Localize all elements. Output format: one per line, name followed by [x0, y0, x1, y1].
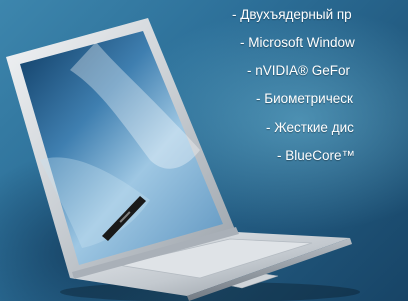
feature-item-hdd: - Жесткие дис: [266, 120, 354, 135]
feature-list: - Двухъядерный пр - Microsoft Window - n…: [0, 0, 408, 301]
promo-banner: - Двухъядерный пр - Microsoft Window - n…: [0, 0, 408, 301]
feature-item-windows: - Microsoft Window: [240, 35, 355, 50]
feature-item-nvidia: - nVIDIA® GeFor: [247, 63, 350, 78]
feature-item-dual-core: - Двухъядерный пр: [232, 7, 352, 22]
feature-item-biometric: - Биометрическ: [256, 91, 353, 106]
feature-item-bluecore: - BlueCore™: [277, 148, 356, 163]
